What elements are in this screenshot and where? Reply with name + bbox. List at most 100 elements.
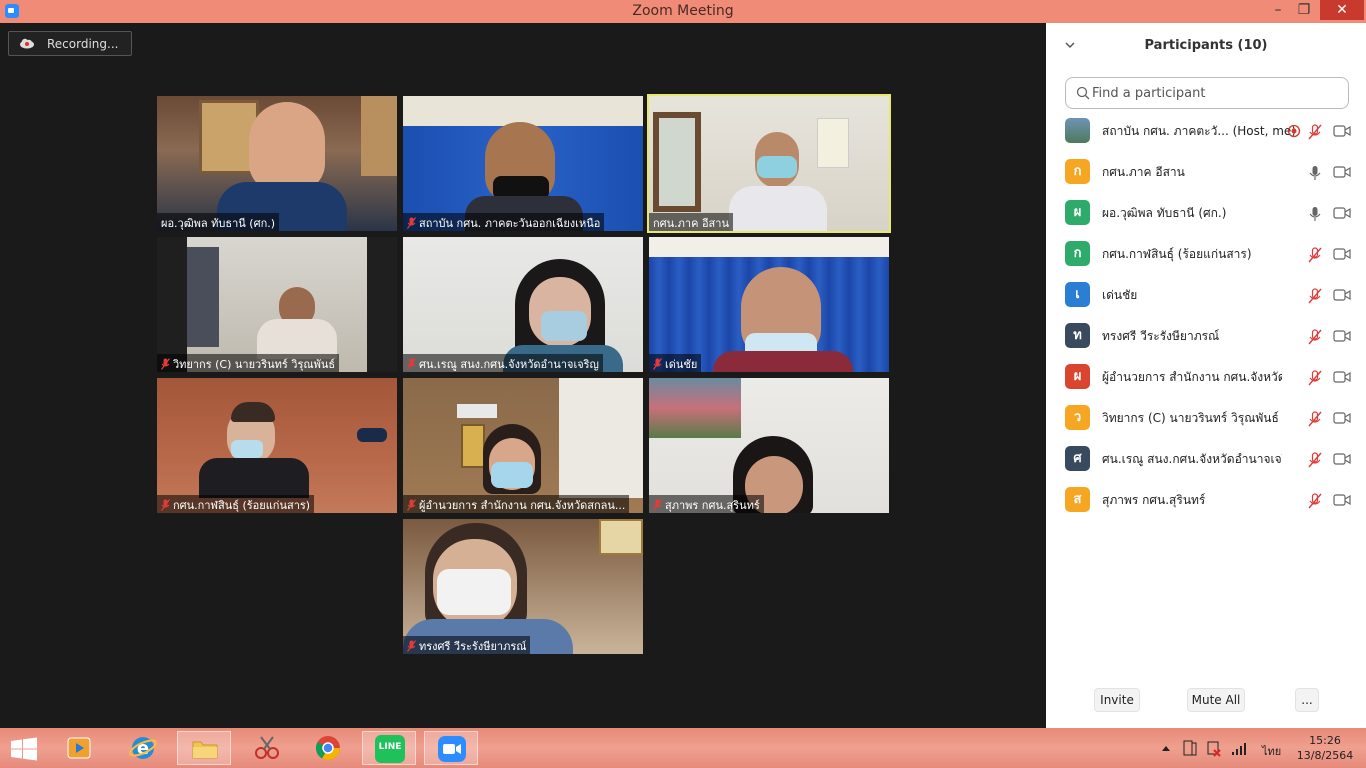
avatar: เ	[1065, 282, 1090, 307]
participant-row[interactable]: ว วิทยากร (C) นายวรินทร์ วิรุณพันธ์	[1046, 402, 1366, 443]
participant-row[interactable]: ก กศน.กาฬสินธุ์ (ร้อยแก่นสาร)	[1046, 238, 1366, 279]
taskbar-snipping-tool[interactable]	[240, 731, 294, 765]
avatar: ก	[1065, 241, 1090, 266]
participant-name-label: ผอ.วุฒิพล ทับธานี (ศก.)	[157, 213, 280, 231]
minimize-button[interactable]: –	[1266, 0, 1290, 20]
video-camera-icon[interactable]	[1333, 124, 1351, 138]
system-clock[interactable]: 15:26 13/8/2564	[1290, 733, 1360, 763]
avatar: ผ	[1065, 364, 1090, 389]
mic-icon[interactable]	[1308, 165, 1322, 181]
video-gallery: Recording... ผอ.วุฒิพล ทับธานี (ศก.) สถา…	[0, 23, 1046, 728]
video-tile-active-speaker[interactable]: กศน.ภาค อีสาน	[647, 94, 891, 233]
mic-muted-icon[interactable]	[1308, 288, 1322, 304]
taskbar-media-player[interactable]	[52, 731, 106, 765]
participant-row[interactable]: ส สุภาพร กศน.สุรินทร์	[1046, 484, 1366, 525]
participant-name-label: ผู้อำนวยการ สำนักงาน กศน.จังหวัดสกลน...	[403, 495, 630, 513]
media-player-icon	[67, 737, 91, 759]
video-tile[interactable]: วิทยากร (C) นายวรินทร์ วิรุณพันธ์	[157, 237, 397, 372]
windows-taskbar: e LINE ไทย 15:26 13/8/2564	[0, 728, 1366, 768]
invite-button[interactable]: Invite	[1094, 688, 1140, 712]
video-camera-icon[interactable]	[1333, 370, 1351, 384]
video-tile[interactable]: เด่นชัย	[649, 237, 889, 372]
participant-name-label: วิทยากร (C) นายวรินทร์ วิรุณพันธ์	[157, 354, 340, 372]
avatar: ว	[1065, 405, 1090, 430]
video-camera-icon[interactable]	[1333, 206, 1351, 220]
taskbar-internet-explorer[interactable]: e	[116, 731, 170, 765]
muted-mic-icon	[407, 499, 416, 511]
participant-search-box[interactable]	[1065, 77, 1349, 109]
participant-row[interactable]: ผ ผอ.วุฒิพล ทับธานี (ศก.)	[1046, 197, 1366, 238]
avatar: ศ	[1065, 446, 1090, 471]
mic-muted-icon[interactable]	[1308, 370, 1322, 386]
participant-row[interactable]: ท ทรงศรี วีระรังษียาภรณ์	[1046, 320, 1366, 361]
muted-mic-icon	[407, 640, 416, 652]
mic-muted-icon[interactable]	[1308, 452, 1322, 468]
participant-row[interactable]: ผ ผู้อำนวยการ สำนักงาน กศน.จังหวัดสก...	[1046, 361, 1366, 402]
participant-search-input[interactable]	[1092, 84, 1342, 102]
mic-muted-icon[interactable]	[1308, 124, 1322, 140]
input-language[interactable]: ไทย	[1262, 742, 1281, 758]
participant-name: วิทยากร (C) นายวรินทร์ วิรุณพันธ์	[1102, 411, 1279, 425]
video-tile[interactable]: กศน.กาฬสินธุ์ (ร้อยแก่นสาร)	[157, 378, 397, 513]
maximize-button[interactable]: ❐	[1292, 0, 1316, 20]
participant-name: สุภาพร กศน.สุรินทร์	[1102, 493, 1206, 507]
video-tile[interactable]: ทรงศรี วีระรังษียาภรณ์	[403, 519, 643, 654]
video-camera-icon[interactable]	[1333, 493, 1351, 507]
more-options-button[interactable]: ...	[1295, 688, 1319, 712]
close-button[interactable]: ✕	[1320, 0, 1364, 20]
video-tile[interactable]: สุภาพร กศน.สุรินทร์	[649, 378, 889, 513]
taskbar-chrome[interactable]	[301, 731, 355, 765]
taskbar-line-app[interactable]: LINE	[362, 731, 416, 765]
taskbar-zoom[interactable]	[424, 731, 478, 765]
participant-row[interactable]: เ เด่นชัย	[1046, 279, 1366, 320]
windows-start-icon[interactable]	[10, 737, 38, 761]
participant-name: ผอ.วุฒิพล ทับธานี (ศก.)	[1102, 206, 1227, 220]
participant-name-label: กศน.ภาค อีสาน	[649, 213, 733, 231]
battery-icon[interactable]	[1182, 728, 1198, 768]
mic-muted-icon[interactable]	[1308, 493, 1322, 509]
muted-mic-icon	[653, 499, 662, 511]
participants-title: Participants (10)	[1144, 38, 1268, 53]
folder-icon	[192, 741, 218, 759]
mic-icon[interactable]	[1308, 206, 1322, 222]
clock-date: 13/8/2564	[1296, 749, 1354, 762]
participant-name: ศน.เรณู สนง.กศน.จังหวัดอำนาจเจริญ	[1102, 452, 1282, 466]
participant-name: สถาบัน กศน. ภาคตะวั... (Host, me)	[1102, 124, 1296, 138]
participant-row[interactable]: สถาบัน กศน. ภาคตะวั... (Host, me)	[1046, 115, 1366, 156]
video-camera-icon[interactable]	[1333, 411, 1351, 425]
video-camera-icon[interactable]	[1333, 329, 1351, 343]
video-tile[interactable]: ศน.เรณู สนง.กศน.จังหวัดอำนาจเจริญ	[403, 237, 643, 372]
participant-name: ทรงศรี วีระรังษียาภรณ์	[1102, 329, 1220, 343]
scissors-icon	[255, 736, 279, 759]
participant-row[interactable]: ก กศน.ภาค อีสาน	[1046, 156, 1366, 197]
search-icon	[1076, 86, 1090, 100]
video-camera-icon[interactable]	[1333, 247, 1351, 261]
zoom-icon	[438, 736, 466, 762]
mic-muted-icon[interactable]	[1308, 329, 1322, 345]
mic-muted-icon[interactable]	[1308, 247, 1322, 263]
show-hidden-icons-icon[interactable]	[1160, 728, 1172, 768]
video-camera-icon[interactable]	[1333, 452, 1351, 466]
taskbar-file-explorer[interactable]	[177, 731, 231, 765]
participant-name: ผู้อำนวยการ สำนักงาน กศน.จังหวัดสก...	[1102, 370, 1282, 384]
video-camera-icon[interactable]	[1333, 288, 1351, 302]
video-tile[interactable]: สถาบัน กศน. ภาคตะวันออกเฉียงเหนือ	[403, 96, 643, 231]
video-tile[interactable]: ผู้อำนวยการ สำนักงาน กศน.จังหวัดสกลน...	[403, 378, 643, 513]
muted-mic-icon	[161, 358, 170, 370]
mute-all-button[interactable]: Mute All	[1187, 688, 1245, 712]
participant-name-label: สถาบัน กศน. ภาคตะวันออกเฉียงเหนือ	[403, 213, 605, 231]
network-disconnected-icon[interactable]	[1206, 728, 1222, 768]
participant-name-label: กศน.กาฬสินธุ์ (ร้อยแก่นสาร)	[157, 495, 315, 513]
video-tile[interactable]: ผอ.วุฒิพล ทับธานี (ศก.)	[157, 96, 397, 231]
mic-muted-icon[interactable]	[1308, 411, 1322, 427]
participant-name-label: เด่นชัย	[649, 354, 702, 372]
cloud-recording-icon	[20, 38, 34, 49]
window-titlebar: Zoom Meeting – ❐ ✕	[0, 0, 1366, 23]
chrome-icon	[315, 736, 340, 761]
signal-icon[interactable]	[1230, 728, 1248, 768]
participant-row[interactable]: ศ ศน.เรณู สนง.กศน.จังหวัดอำนาจเจริญ	[1046, 443, 1366, 484]
internet-explorer-icon: e	[129, 737, 157, 759]
muted-mic-icon	[161, 499, 170, 511]
video-camera-icon[interactable]	[1333, 165, 1351, 179]
recording-indicator[interactable]: Recording...	[8, 31, 132, 56]
